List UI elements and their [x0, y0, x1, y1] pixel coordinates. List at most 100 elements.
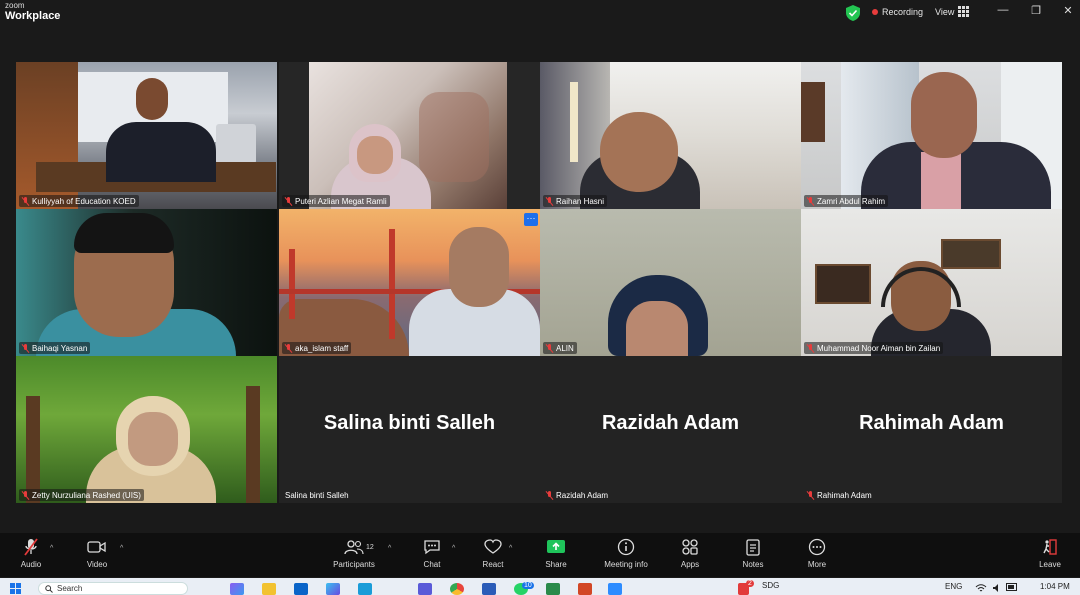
copilot-icon[interactable] [230, 583, 244, 595]
teams-icon[interactable] [418, 583, 432, 595]
minimize-button[interactable]: — [993, 4, 1013, 16]
mic-muted-icon [807, 196, 814, 206]
wifi-icon[interactable] [975, 583, 987, 593]
video-feed [16, 62, 277, 209]
language-indicator[interactable]: ENG [945, 582, 962, 591]
share-label: Share [545, 560, 567, 569]
chrome-icon[interactable] [450, 583, 464, 595]
mic-muted-icon [546, 196, 553, 206]
participant-name-tag: Zamri Abdul Rahim [804, 195, 889, 207]
more-button[interactable]: More [789, 537, 845, 569]
participant-name: Raihan Hasni [556, 196, 605, 206]
participants-options-chevron-icon[interactable]: ^ [388, 545, 391, 552]
title-bar: zoom Workplace Recording View — ❐ ✕ [0, 0, 1080, 28]
apps-button[interactable]: Apps [662, 537, 718, 569]
participant-display-name: Salina binti Salleh [323, 412, 496, 434]
more-dots-icon [789, 537, 845, 557]
video-feed [801, 62, 1062, 209]
copilot-app-icon[interactable] [326, 583, 340, 595]
video-tile-camera-off[interactable]: Razidah Adam Razidah Adam [540, 356, 801, 503]
video-tile-camera-off[interactable]: Salina binti Salleh Salina binti Salleh [279, 356, 540, 503]
video-tile[interactable]: Puteri Azlian Megat Ramli [279, 62, 540, 209]
video-feed [279, 209, 540, 356]
react-button[interactable]: React [465, 537, 521, 569]
participant-name-tag: Puteri Azlian Megat Ramli [282, 195, 390, 207]
video-tile[interactable]: Muhammad Noor Aiman bin Zailan [801, 209, 1062, 356]
chat-options-chevron-icon[interactable]: ^ [452, 545, 455, 552]
mic-muted-icon [546, 343, 553, 353]
edge-icon[interactable] [358, 583, 372, 595]
chat-button[interactable]: Chat [404, 537, 460, 569]
zoom-taskbar-icon[interactable] [608, 583, 622, 595]
view-button[interactable]: View [935, 6, 970, 17]
video-tile[interactable]: Zamri Abdul Rahim [801, 62, 1062, 209]
video-tile[interactable]: Baihaqi Yasnan [16, 209, 277, 356]
search-placeholder: Search [57, 584, 83, 593]
brand-small: zoom [5, 1, 25, 10]
taskbar-search-input[interactable]: Search [38, 582, 188, 595]
file-explorer-icon[interactable] [262, 583, 276, 595]
participants-label: Participants [333, 560, 375, 569]
speaker-icon[interactable] [992, 583, 1002, 593]
video-options-chevron-icon[interactable]: ^ [120, 545, 123, 552]
meeting-info-label: Meeting info [604, 560, 648, 569]
leave-button[interactable]: Leave [1022, 537, 1078, 569]
participant-name-tag: Salina binti Salleh [282, 489, 352, 501]
powerpoint-icon[interactable] [578, 583, 592, 595]
app-logo: zoom Workplace [5, 2, 60, 22]
participant-name: Salina binti Salleh [285, 490, 349, 500]
video-label: Video [86, 560, 108, 569]
video-feed [16, 356, 277, 503]
video-tile[interactable]: ALIN [540, 209, 801, 356]
react-options-chevron-icon[interactable]: ^ [509, 545, 512, 552]
video-feed [279, 62, 540, 209]
mic-muted-icon [22, 490, 29, 500]
brand-large: Workplace [5, 10, 61, 22]
notes-button[interactable]: Notes [725, 537, 781, 569]
video-button[interactable]: Video [69, 537, 125, 569]
heart-icon [465, 537, 521, 557]
participant-display-name: Rahimah Adam [859, 412, 1004, 434]
mic-muted-icon [807, 490, 814, 500]
notification-badge: 2 [746, 580, 754, 587]
participant-name: Rahimah Adam [817, 490, 872, 500]
video-tile[interactable]: Raihan Hasni [540, 62, 801, 209]
audio-label: Audio [20, 560, 42, 569]
clock-time[interactable]: 1:04 PM [1040, 582, 1070, 591]
participant-name-tag: Zetty Nurzuliana Rashed (UIS) [19, 489, 144, 501]
tile-more-button[interactable]: ··· [524, 213, 538, 226]
close-button[interactable]: ✕ [1058, 4, 1078, 17]
mic-muted-icon [285, 343, 292, 353]
participant-name-tag: ALIN [543, 342, 577, 354]
video-tile-camera-off[interactable]: Rahimah Adam Rahimah Adam [801, 356, 1062, 503]
mic-muted-icon [22, 196, 29, 206]
word-icon[interactable] [482, 583, 496, 595]
react-label: React [482, 560, 504, 569]
audio-button[interactable]: Audio [3, 537, 59, 569]
video-tile[interactable]: Kulliyyah of Education KOED [16, 62, 277, 209]
restore-button[interactable]: ❐ [1026, 4, 1046, 17]
participant-name-tag: Rahimah Adam [804, 489, 875, 501]
recording-indicator[interactable]: Recording [872, 7, 923, 17]
zoom-window: zoom Workplace Recording View — ❐ ✕ Kull… [0, 0, 1080, 595]
audio-options-chevron-icon[interactable]: ^ [50, 545, 53, 552]
excel-icon[interactable] [546, 583, 560, 595]
search-icon [45, 584, 53, 593]
outlook-icon[interactable] [294, 583, 308, 595]
security-shield-icon[interactable] [846, 5, 860, 21]
participants-button[interactable]: Participants [326, 537, 382, 569]
share-button[interactable]: Share [528, 537, 584, 569]
video-tile[interactable]: Zetty Nurzuliana Rashed (UIS) [16, 356, 277, 503]
video-camera-icon [69, 537, 125, 557]
participant-name: Razidah Adam [556, 490, 609, 500]
participant-name-tag: aka_islam staff [282, 342, 352, 354]
windows-start-icon[interactable] [10, 583, 21, 594]
video-tile[interactable]: ··· aka_islam staff [279, 209, 540, 356]
participant-name: ALIN [556, 343, 574, 353]
notes-icon [725, 537, 781, 557]
mic-muted-icon [546, 490, 553, 500]
video-feed [540, 62, 801, 209]
participant-name: Muhammad Noor Aiman bin Zailan [817, 343, 941, 353]
meeting-info-button[interactable]: Meeting info [598, 537, 654, 569]
battery-icon[interactable] [1006, 583, 1018, 591]
